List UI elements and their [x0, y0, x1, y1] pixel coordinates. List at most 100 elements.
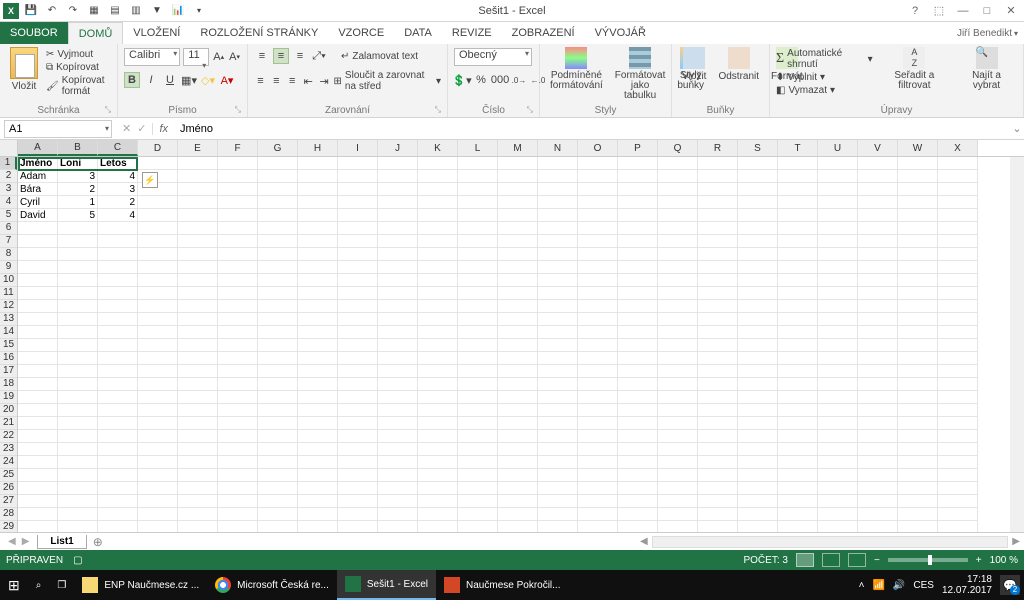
row-header[interactable]: 1 [0, 157, 17, 170]
ribbon-display-icon[interactable]: ⬚ [930, 4, 948, 17]
cell[interactable] [858, 261, 898, 274]
cell[interactable] [738, 365, 778, 378]
cell[interactable] [418, 287, 458, 300]
cell[interactable] [298, 508, 338, 521]
cell[interactable] [858, 456, 898, 469]
cell[interactable] [178, 417, 218, 430]
cell[interactable]: 4 [98, 170, 138, 183]
cell[interactable] [578, 391, 618, 404]
cell[interactable] [98, 417, 138, 430]
cell[interactable] [338, 326, 378, 339]
cell[interactable] [818, 300, 858, 313]
cell[interactable] [578, 495, 618, 508]
cell[interactable] [58, 300, 98, 313]
cell[interactable] [938, 469, 978, 482]
cell[interactable] [418, 339, 458, 352]
cell[interactable] [538, 469, 578, 482]
cell[interactable] [618, 235, 658, 248]
cell[interactable] [498, 222, 538, 235]
cell[interactable] [58, 495, 98, 508]
cell[interactable] [418, 365, 458, 378]
cell[interactable] [98, 274, 138, 287]
minimize-icon[interactable]: — [954, 5, 972, 17]
cell[interactable] [218, 248, 258, 261]
cell[interactable] [578, 261, 618, 274]
cell[interactable] [698, 261, 738, 274]
cell[interactable] [858, 521, 898, 532]
cell[interactable] [178, 495, 218, 508]
cell[interactable] [578, 170, 618, 183]
cell[interactable] [178, 300, 218, 313]
cell[interactable] [218, 352, 258, 365]
cell[interactable] [458, 430, 498, 443]
cell[interactable] [98, 404, 138, 417]
cell[interactable] [378, 313, 418, 326]
cell[interactable] [618, 209, 658, 222]
cell[interactable] [18, 248, 58, 261]
cell[interactable] [218, 170, 258, 183]
cell[interactable] [698, 469, 738, 482]
cell[interactable] [378, 248, 418, 261]
cell[interactable] [338, 443, 378, 456]
cell[interactable] [378, 469, 418, 482]
cell[interactable] [698, 443, 738, 456]
cell[interactable] [258, 417, 298, 430]
cell[interactable] [218, 183, 258, 196]
quick-analysis-icon[interactable]: ⚡ [142, 172, 158, 188]
cell[interactable] [538, 274, 578, 287]
column-header[interactable]: F [218, 140, 258, 156]
cell[interactable] [738, 508, 778, 521]
cell[interactable] [458, 274, 498, 287]
tray-chevron-icon[interactable]: ˄ [859, 580, 865, 591]
cell[interactable] [578, 456, 618, 469]
cell[interactable] [178, 196, 218, 209]
cell[interactable] [58, 456, 98, 469]
spreadsheet-grid[interactable]: 1234567891011121314151617181920212223242… [0, 140, 1024, 532]
cell[interactable] [378, 222, 418, 235]
cell[interactable] [458, 222, 498, 235]
cell[interactable]: 3 [58, 170, 98, 183]
cell[interactable] [458, 365, 498, 378]
row-header[interactable]: 19 [0, 391, 17, 404]
cell[interactable] [138, 313, 178, 326]
cell[interactable] [738, 352, 778, 365]
cell[interactable] [858, 508, 898, 521]
column-header[interactable]: J [378, 140, 418, 156]
cell[interactable] [538, 157, 578, 170]
cell[interactable] [138, 209, 178, 222]
cell[interactable] [898, 443, 938, 456]
cell[interactable] [138, 352, 178, 365]
page-layout-view-icon[interactable] [822, 553, 840, 567]
row-header[interactable]: 14 [0, 326, 17, 339]
cell[interactable] [298, 261, 338, 274]
cell[interactable] [98, 235, 138, 248]
cell[interactable] [578, 352, 618, 365]
cell[interactable] [738, 170, 778, 183]
format-table-button[interactable]: Formátovat jako tabulku [611, 45, 670, 103]
network-icon[interactable]: 📶 [872, 580, 884, 591]
cell[interactable] [818, 339, 858, 352]
fill-button[interactable]: ⬇Vyplnit▾ [776, 72, 873, 83]
cell[interactable] [498, 170, 538, 183]
cell[interactable] [298, 404, 338, 417]
cell[interactable] [498, 404, 538, 417]
cell[interactable] [858, 469, 898, 482]
cell[interactable] [178, 521, 218, 532]
cell[interactable] [138, 261, 178, 274]
maximize-icon[interactable]: □ [978, 5, 996, 17]
cell[interactable] [258, 352, 298, 365]
row-header[interactable]: 11 [0, 287, 17, 300]
cancel-icon[interactable]: ✕ [122, 122, 131, 135]
cell[interactable] [98, 365, 138, 378]
cell[interactable] [338, 352, 378, 365]
cell[interactable] [818, 365, 858, 378]
cell[interactable] [698, 196, 738, 209]
tab-file[interactable]: SOUBOR [0, 22, 68, 44]
cell[interactable] [98, 482, 138, 495]
normal-view-icon[interactable] [796, 553, 814, 567]
cell[interactable] [858, 404, 898, 417]
cell[interactable] [738, 183, 778, 196]
cell[interactable] [938, 404, 978, 417]
cell[interactable] [858, 365, 898, 378]
cell[interactable] [378, 183, 418, 196]
